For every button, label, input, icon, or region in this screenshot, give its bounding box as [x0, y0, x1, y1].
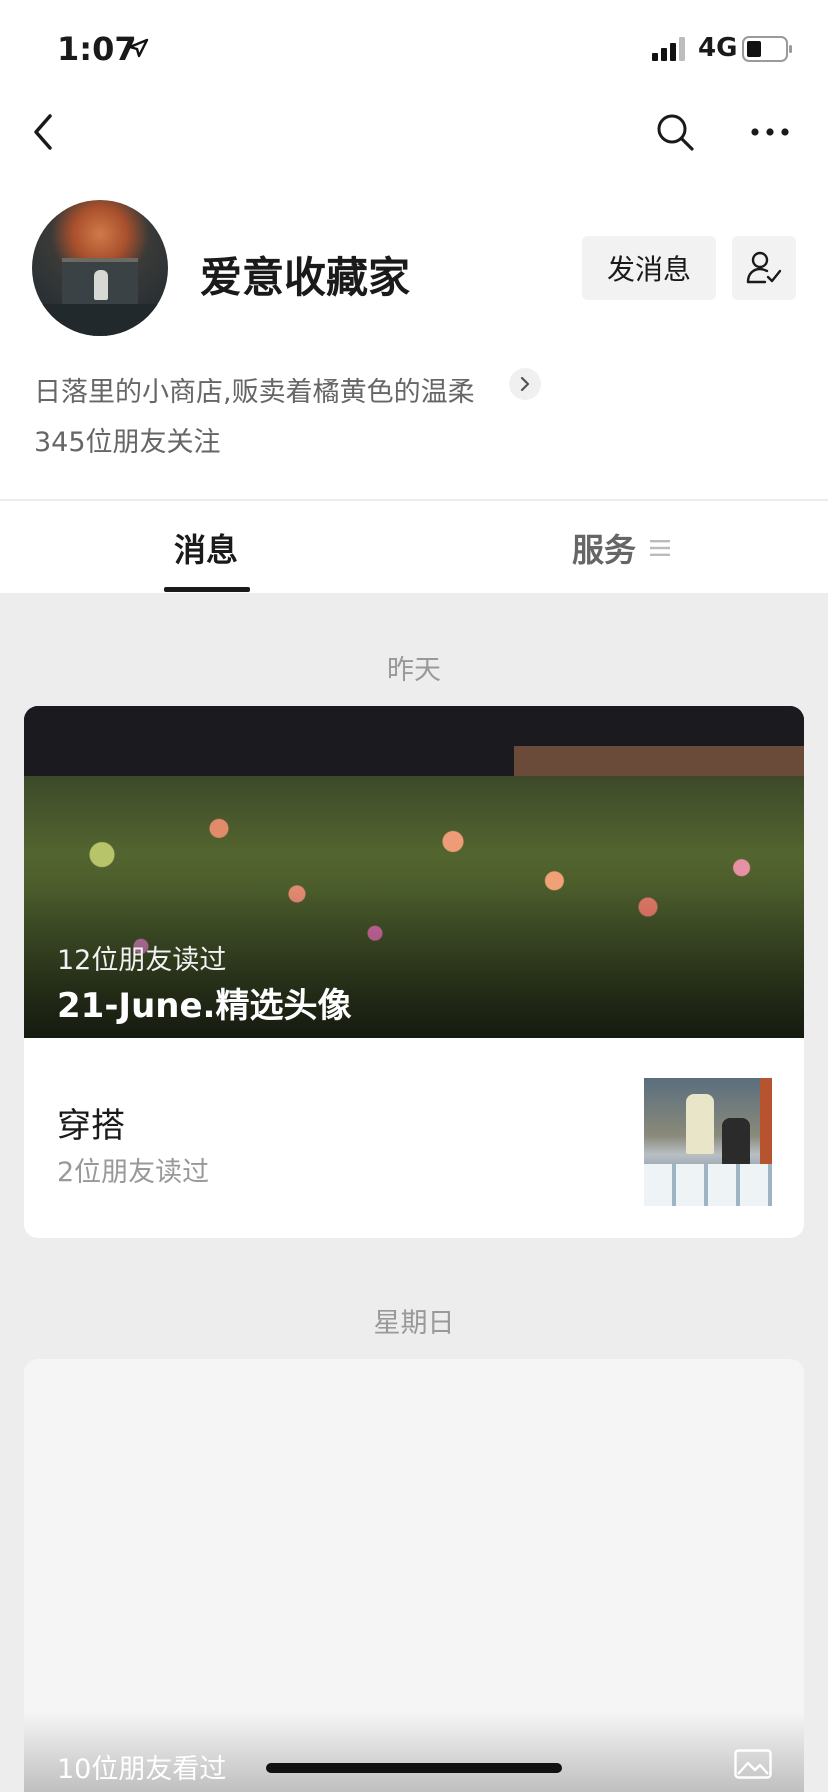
description-expand-button[interactable]: [509, 368, 541, 400]
cover-title: 21-June.精选头像: [57, 986, 352, 1026]
followers-count: 345位朋友关注: [34, 427, 221, 458]
thumb-wall: [760, 1078, 772, 1164]
message-feed[interactable]: 昨天 12位朋友读过 21-June.精选头像 穿搭 2位朋友读过 星期日 10…: [0, 593, 828, 1792]
thumb-chairs: [644, 1164, 772, 1206]
tab-services-label: 服务: [572, 531, 637, 569]
tab-bar: 消息 服务: [0, 499, 828, 593]
thumb-person: [722, 1118, 750, 1168]
back-icon[interactable]: [26, 108, 62, 156]
tab-messages[interactable]: 消息: [174, 525, 238, 571]
menu-icon: [650, 540, 671, 556]
message-card: 12位朋友读过 21-June.精选头像 穿搭 2位朋友读过: [24, 706, 804, 1238]
image-message-card[interactable]: 10位朋友看过: [24, 1359, 804, 1792]
status-bar: 1:07 4G: [0, 0, 828, 100]
profile-description[interactable]: 日落里的小商店,贩卖着橘黄色的温柔: [34, 370, 475, 409]
article-thumbnail: [644, 1078, 772, 1206]
more-dots-icon[interactable]: [750, 122, 790, 142]
send-message-button[interactable]: 发消息: [582, 236, 716, 300]
active-tab-indicator: [164, 587, 250, 592]
date-label: 昨天: [387, 655, 441, 686]
status-time: 1:07: [57, 30, 137, 68]
signal-icon: [652, 37, 685, 61]
avatar-astronaut: [94, 270, 108, 300]
chevron-right-icon: [520, 376, 530, 392]
view-count: 10位朋友看过: [57, 1754, 227, 1785]
article-read-count: 2位朋友读过: [57, 1157, 210, 1188]
location-arrow-icon: [128, 38, 149, 58]
user-check-icon: [746, 251, 782, 284]
article-title: 穿搭: [57, 1106, 125, 1146]
avatar[interactable]: [32, 200, 168, 336]
avatar-ground: [32, 304, 168, 336]
cover-read-count: 12位朋友读过: [57, 945, 227, 976]
thumb-person: [686, 1094, 714, 1154]
follow-status-button[interactable]: [732, 236, 796, 300]
network-type: 4G: [698, 33, 738, 63]
battery-icon: [742, 36, 792, 62]
article-item[interactable]: 穿搭 2位朋友读过: [24, 1038, 804, 1238]
date-label: 星期日: [373, 1308, 455, 1339]
home-indicator[interactable]: [266, 1763, 562, 1773]
profile-name: 爱意收藏家: [200, 253, 411, 302]
search-icon[interactable]: [655, 112, 695, 152]
image-icon: [734, 1749, 772, 1779]
cover-article[interactable]: 12位朋友读过 21-June.精选头像: [24, 706, 804, 1038]
tab-services[interactable]: 服务: [572, 525, 671, 571]
